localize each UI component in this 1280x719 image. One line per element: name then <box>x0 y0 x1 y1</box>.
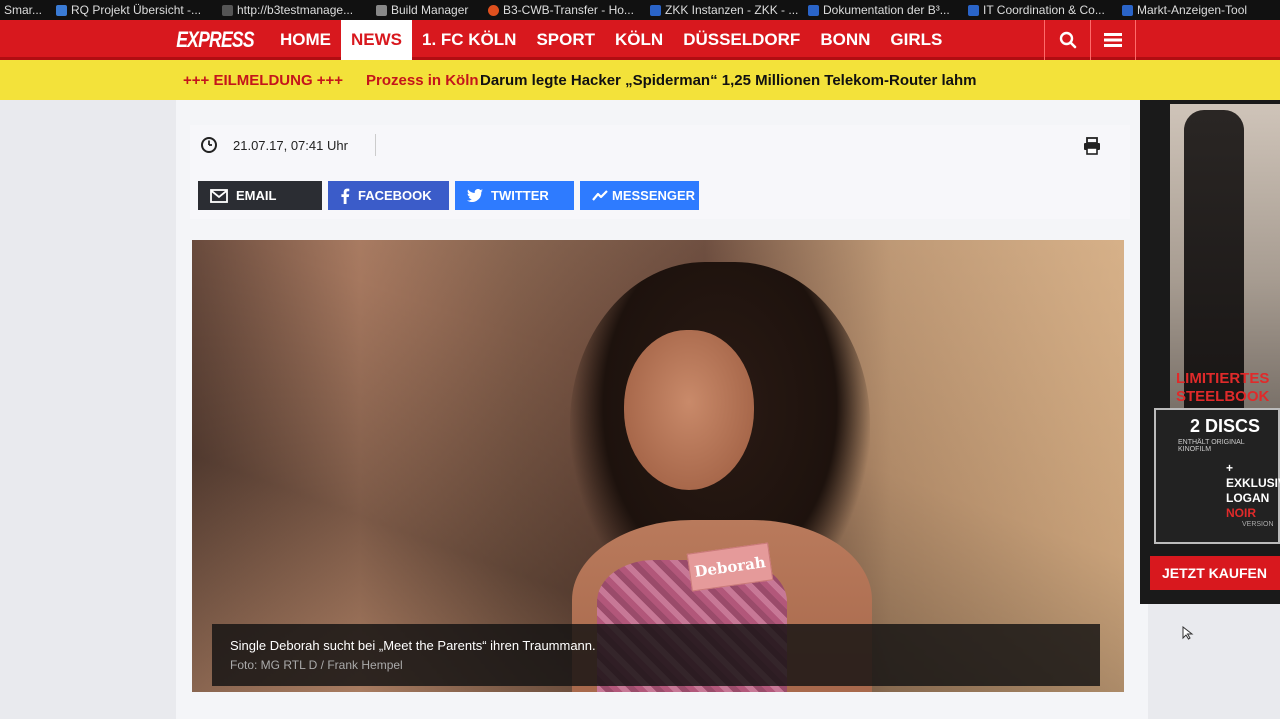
bookmark-icon <box>1122 4 1133 16</box>
menu-icon <box>1104 33 1122 47</box>
caption-text: Single Deborah sucht bei „Meet the Paren… <box>230 638 596 653</box>
ad-discs-box: 2 DISCS ENTHÄLT ORIGINAL KINOFILM + EXKL… <box>1154 408 1280 544</box>
search-button[interactable] <box>1044 20 1090 60</box>
ad-version: VERSION <box>1242 521 1274 528</box>
bookmark-7[interactable]: IT Coordination & Co... <box>968 3 1105 17</box>
bookmark-label: ZKK Instanzen - ZKK - ... <box>665 3 799 17</box>
nav-item-bonn[interactable]: BONN <box>810 20 880 60</box>
breaking-news-bar[interactable]: +++ EILMELDUNG +++ Prozess in Köln Darum… <box>0 60 1280 100</box>
ad-exclusive: + EXKLUSIV <box>1226 461 1280 490</box>
ad-title: LOGAN <box>1226 491 1270 505</box>
bookmark-icon <box>56 4 67 16</box>
breaking-tag: +++ EILMELDUNG +++ <box>183 71 344 89</box>
search-icon <box>1059 31 1076 49</box>
bookmark-label: RQ Projekt Übersicht -... <box>71 3 202 17</box>
caption-credit: Foto: MG RTL D / Frank Hempel <box>230 658 403 672</box>
share-facebook-button[interactable]: FACEBOOK <box>328 181 449 210</box>
bookmarks-bar: Smar... RQ Projekt Übersicht -... http:/… <box>0 0 1280 20</box>
bookmark-icon <box>488 4 499 16</box>
menu-button[interactable] <box>1090 20 1136 60</box>
bookmark-label: Markt-Anzeigen-Tool <box>1137 3 1248 17</box>
nav-item-news[interactable]: NEWS <box>341 20 412 60</box>
bookmark-label: IT Coordination & Co... <box>983 3 1105 17</box>
share-twitter-label: TWITTER <box>491 188 549 203</box>
bookmark-8[interactable]: Markt-Anzeigen-Tool <box>1122 3 1247 17</box>
ad-title-suffix: NOIR <box>1226 506 1256 520</box>
ad-buy-button[interactable]: JETZT KAUFEN <box>1150 556 1280 590</box>
share-twitter-button[interactable]: TWITTER <box>455 181 574 210</box>
ad-discs-sub: ENTHÄLT ORIGINAL KINOFILM <box>1178 439 1245 453</box>
share-facebook-label: FACEBOOK <box>358 188 432 203</box>
nav-item-fc-koeln[interactable]: 1. FC KÖLN <box>412 20 526 60</box>
mouse-cursor-icon <box>1182 626 1194 640</box>
bookmark-icon <box>222 4 233 16</box>
image-person-face <box>624 330 754 490</box>
bookmark-label: Build Manager <box>391 3 469 17</box>
bookmark-2[interactable]: http://b3testmanage... <box>222 3 353 17</box>
nav-item-koeln[interactable]: KÖLN <box>605 20 673 60</box>
ad-headline-line2: STEELBOOK <box>1176 388 1270 405</box>
article-date: 21.07.17, 07:41 Uhr <box>233 138 348 153</box>
meta-divider <box>375 134 376 156</box>
ad-headline-line1: LIMITIERTES <box>1176 370 1270 387</box>
print-icon[interactable] <box>1082 136 1102 156</box>
main-navbar: EXPRESS HOME NEWS 1. FC KÖLN SPORT KÖLN … <box>0 20 1280 60</box>
breaking-headline[interactable]: Darum legte Hacker „Spiderman“ 1,25 Mill… <box>480 72 977 89</box>
bookmark-label: http://b3testmanage... <box>237 3 354 17</box>
nav-item-girls[interactable]: GIRLS <box>880 20 952 60</box>
bookmark-icon <box>650 4 661 16</box>
share-messenger-button[interactable]: MESSENGER <box>580 181 699 210</box>
bookmark-icon <box>968 4 979 16</box>
ad-headline: LIMITIERTES STEELBOOK <box>1176 370 1269 406</box>
bookmark-3[interactable]: Build Manager <box>376 3 468 17</box>
nav-items: HOME NEWS 1. FC KÖLN SPORT KÖLN DÜSSELDO… <box>270 20 952 60</box>
bookmark-label: Dokumentation der B³... <box>823 3 950 17</box>
share-messenger-label: MESSENGER <box>612 188 696 203</box>
breaking-location[interactable]: Prozess in Köln <box>366 72 479 89</box>
twitter-icon <box>467 189 483 202</box>
ad-discs-title: 2 DISCS <box>1190 416 1261 436</box>
express-logo[interactable]: EXPRESS <box>176 20 254 60</box>
bookmark-4[interactable]: B3-CWB-Transfer - Ho... <box>488 3 634 17</box>
bookmark-icon <box>808 4 819 16</box>
bookmark-1[interactable]: RQ Projekt Übersicht -... <box>56 3 201 17</box>
facebook-icon <box>341 188 350 204</box>
share-email-label: EMAIL <box>236 188 277 203</box>
share-buttons: EMAIL FACEBOOK TWITTER MESSENGER <box>198 181 699 211</box>
article-meta: 21.07.17, 07:41 Uhr <box>200 128 1130 162</box>
bookmark-label: Smar... <box>4 3 43 17</box>
bookmark-5[interactable]: ZKK Instanzen - ZKK - ... <box>650 3 798 17</box>
bookmark-6[interactable]: Dokumentation der B³... <box>808 3 950 17</box>
clock-icon <box>201 137 217 153</box>
image-caption: Single Deborah sucht bei „Meet the Paren… <box>212 624 1100 686</box>
ad-discs-exclusive: + EXKLUSIV LOGAN NOIR <box>1162 461 1280 521</box>
email-icon <box>210 188 228 203</box>
nav-item-home[interactable]: HOME <box>270 20 341 60</box>
messenger-icon <box>592 189 608 201</box>
sidebar-ad[interactable]: LIMITIERTES STEELBOOK 2 DISCS ENTHÄLT OR… <box>1140 100 1280 604</box>
share-email-button[interactable]: EMAIL <box>198 181 322 210</box>
bookmark-0[interactable]: Smar... <box>4 3 42 17</box>
nav-item-duesseldorf[interactable]: DÜSSELDORF <box>673 20 810 60</box>
nav-item-sport[interactable]: SPORT <box>526 20 605 60</box>
bookmark-label: B3-CWB-Transfer - Ho... <box>503 3 634 17</box>
build-icon <box>376 4 387 16</box>
